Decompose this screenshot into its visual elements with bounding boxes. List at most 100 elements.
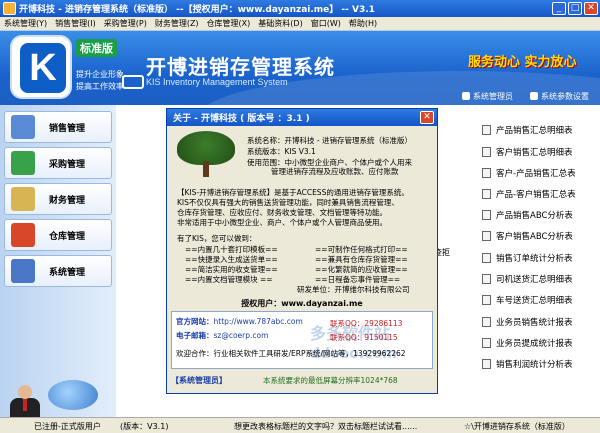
- email-link[interactable]: sz@coerp.com: [214, 331, 269, 340]
- menu-finance[interactable]: 财务管理(Z): [151, 18, 203, 29]
- sidebar-item-finance[interactable]: 财务管理: [4, 183, 112, 215]
- menu-basic-data[interactable]: 基础资料(D): [254, 18, 306, 29]
- product-status: ☆\开博进销存系统（标准版）: [464, 422, 570, 431]
- report-icon: [482, 253, 491, 263]
- email-label: 电子邮箱：: [176, 331, 214, 340]
- current-role-label: 【系统管理员】: [171, 376, 227, 385]
- sidebar-item-purchase[interactable]: 采购管理: [4, 147, 112, 179]
- report-salesperson-sales[interactable]: 业务员销售统计报表: [482, 315, 573, 329]
- edition-badge: 标准版: [76, 39, 117, 57]
- close-button[interactable]: ✕: [584, 2, 598, 15]
- globe-illustration: [48, 380, 98, 410]
- current-user-link[interactable]: 系统管理员: [462, 91, 513, 102]
- logo-letter: K: [20, 43, 66, 93]
- qq-contact-2: 联系QQ：9150115: [330, 333, 398, 342]
- report-product-abc[interactable]: 产品销售ABC分析表: [482, 208, 573, 222]
- window-title-bar[interactable]: 开博科技 - 进销存管理系统（标准版） --【授权用户：www.dayanzai…: [0, 0, 600, 17]
- report-customer-abc[interactable]: 客户销售ABC分析表: [482, 229, 573, 243]
- calculator-icon: [11, 187, 35, 211]
- app-icon: [3, 2, 16, 15]
- version-status: (版本：V3.1): [120, 422, 169, 431]
- usage-line-2: 管理进销存流程及应收账款、应付账款: [271, 167, 399, 176]
- resolution-note: 本系统要求的最低屏幕分辨率1024*768: [263, 376, 398, 385]
- system-version-line: 系统版本：KIS V3.1: [247, 147, 316, 156]
- menu-system[interactable]: 系统管理(Y): [0, 18, 51, 29]
- sidebar-item-system[interactable]: 系统管理: [4, 255, 112, 287]
- window-title: 开博科技 - 进销存管理系统（标准版） --【授权用户：www.dayanzai…: [19, 5, 375, 15]
- report-product-customer-sales[interactable]: 产品-客户销售汇总表: [482, 187, 576, 201]
- report-icon: [482, 274, 491, 284]
- report-icon: [482, 231, 491, 241]
- minimize-button[interactable]: _: [552, 2, 566, 15]
- report-icon: [482, 210, 491, 220]
- service-slogan: 服务动心 实力放心: [468, 55, 577, 70]
- report-product-sales-summary[interactable]: 产品销售汇总明细表: [482, 123, 573, 137]
- menu-bar: 系统管理(Y) 销售管理(I) 采购管理(P) 财务管理(Z) 仓库管理(X) …: [0, 17, 600, 31]
- report-icon: [482, 168, 491, 178]
- menu-window[interactable]: 窗口(W): [307, 18, 345, 29]
- report-icon: [482, 338, 491, 348]
- window-controls: _ □ ✕: [552, 2, 598, 15]
- developer-line: 研发单位：开博维尔科技有限公司: [297, 285, 410, 294]
- report-sales-profit[interactable]: 销售利润统计分析表: [482, 357, 573, 371]
- sidebar-item-label: 财务管理: [49, 195, 86, 206]
- contact-info-box: 多多软件站 ddooo.com 官方网站：http://www.787abc.c…: [171, 311, 433, 369]
- qq-contact-1: 联系QQ：29286113: [330, 319, 403, 328]
- user-icon: [462, 92, 470, 100]
- report-icon: [482, 295, 491, 305]
- report-icon: [482, 125, 491, 135]
- slogan-line-2: 提高工作效率: [76, 82, 124, 91]
- businessman-illustration: [6, 385, 44, 420]
- report-customer-product-sales[interactable]: 客户-产品销售汇总表: [482, 166, 576, 180]
- about-dialog-title[interactable]: 关于 - 开博科技 ( 版本号 ：3.1 ): [167, 109, 437, 126]
- product-subtitle: KIS Inventory Management System: [146, 77, 288, 87]
- cart-icon: [122, 75, 144, 89]
- report-icon: [482, 359, 491, 369]
- book-icon: [11, 151, 35, 175]
- authorized-user-line: 授权用户：www.dayanzai.me: [241, 299, 363, 308]
- sidebar-item-warehouse[interactable]: 仓库管理: [4, 219, 112, 251]
- description-line: KIS不仅仅具有强大的销售送货管理功能，同时兼具销售流程管理、: [177, 198, 399, 207]
- system-settings-link[interactable]: 系统参数设置: [530, 91, 589, 102]
- report-vehicle-delivery[interactable]: 车号送货汇总明细表: [482, 293, 573, 307]
- hint-status: 想更改表格标题栏的文字吗？双击标题栏试试看......: [234, 422, 418, 431]
- website-link[interactable]: http://www.787abc.com: [214, 317, 303, 326]
- gears-icon: [11, 259, 35, 283]
- sidebar-item-label: 采购管理: [49, 159, 86, 170]
- report-customer-sales-summary[interactable]: 客户销售汇总明细表: [482, 145, 573, 159]
- menu-sales[interactable]: 销售管理(I): [51, 18, 100, 29]
- menu-help[interactable]: 帮助(H): [345, 18, 381, 29]
- header-banner: K 标准版 提升企业形象 提高工作效率 开博进销存管理系统 KIS Invent…: [0, 31, 600, 105]
- registration-status: 已注册-正式版用户: [34, 422, 101, 431]
- about-close-button[interactable]: ✕: [420, 111, 434, 124]
- description-line: 非常适用于中小微型企业、商户、个体户或个人管理商品使用。: [177, 218, 387, 227]
- sidebar-item-sales[interactable]: 销售管理: [4, 111, 112, 143]
- sidebar-item-label: 销售管理: [49, 123, 86, 134]
- system-name-line: 系统名称：开博科技 - 进销存管理系统（标准版）: [247, 136, 412, 145]
- description-line: 【KIS-开博进销存管理系统】是基于ACCESS的通用进销存管理系统。: [177, 188, 409, 197]
- report-sales-order[interactable]: 销售订单统计分析表: [482, 251, 573, 265]
- printer-icon: [11, 115, 35, 139]
- cooperation-line: 欢迎合作：行业相关软件工具研发/ERP系统/网站等，13929962262: [176, 349, 406, 358]
- house-icon: [11, 223, 35, 247]
- product-title: 开博进销存管理系统: [146, 55, 335, 79]
- report-driver-delivery[interactable]: 司机送货汇总明细表: [482, 272, 573, 286]
- status-bar: 已注册-正式版用户 (版本：V3.1) 想更改表格标题栏的文字吗？双击标题栏试试…: [0, 417, 600, 433]
- kis-logo: K: [10, 35, 72, 99]
- tree-logo-icon: [177, 131, 235, 177]
- report-icon: [482, 189, 491, 199]
- website-label: 官方网站：: [176, 317, 214, 326]
- menu-purchase[interactable]: 采购管理(P): [100, 18, 151, 29]
- report-icon: [482, 317, 491, 327]
- description-line: 仓库存货管理、应收应付、财务收支管理、文档管理等特功能。: [177, 208, 387, 217]
- email-line: 电子邮箱：sz@coerp.com: [176, 330, 268, 341]
- sidebar-item-label: 系统管理: [49, 267, 86, 278]
- features-intro: 有了KIS，您可以做到：: [177, 234, 257, 243]
- maximize-button[interactable]: □: [568, 2, 582, 15]
- module-sidebar: 销售管理 采购管理 财务管理 仓库管理 系统管理: [0, 105, 116, 417]
- settings-icon: [530, 92, 538, 100]
- about-dialog: 关于 - 开博科技 ( 版本号 ：3.1 ) ✕ 系统名称：开博科技 - 进销存…: [166, 108, 438, 394]
- report-salesperson-commission[interactable]: 业务员提成统计报表: [482, 336, 573, 350]
- menu-warehouse[interactable]: 仓库管理(X): [203, 18, 255, 29]
- report-icon: [482, 147, 491, 157]
